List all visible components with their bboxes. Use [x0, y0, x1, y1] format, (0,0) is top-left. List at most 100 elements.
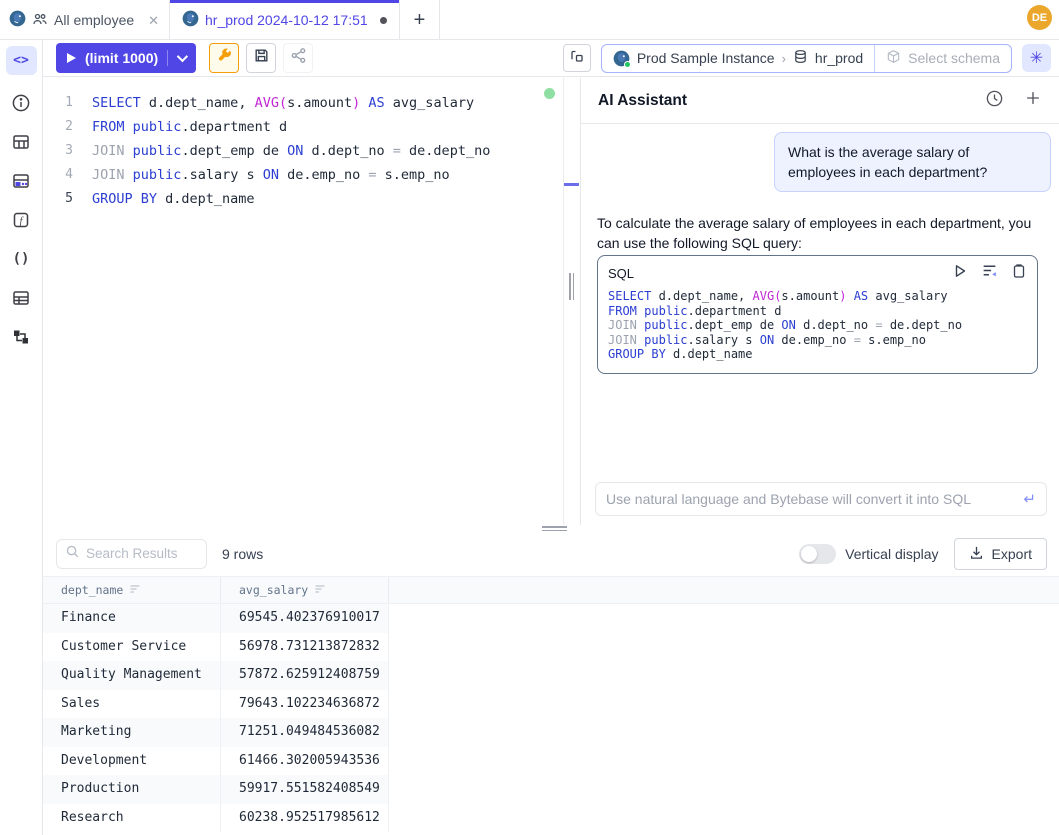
vertical-splitter[interactable] — [563, 78, 580, 525]
sidebar-item-connections[interactable] — [10, 326, 32, 348]
unsaved-dot-icon — [380, 17, 387, 24]
sidebar-item-info[interactable] — [10, 92, 32, 114]
copy-sql-button[interactable] — [1011, 263, 1027, 284]
info-icon — [11, 93, 31, 113]
editor-line[interactable]: 2FROM public.department d — [43, 115, 563, 139]
row-count-label: 9 rows — [222, 546, 263, 562]
play-outline-icon — [952, 263, 968, 284]
search-results-box — [56, 539, 207, 569]
table-cell[interactable]: Sales — [43, 690, 221, 719]
code-text: SELECT d.dept_name, AVG(s.amount) AS avg… — [92, 91, 474, 115]
ai-prompt-input[interactable] — [606, 491, 1023, 507]
table-cell[interactable]: Marketing — [43, 718, 221, 747]
toolbar-right-group: Prod Sample Instance › hr_prod Select sc… — [563, 44, 1051, 73]
vertical-display-toggle[interactable] — [799, 544, 836, 564]
table-cell[interactable]: 59917.551582408549 — [221, 775, 389, 804]
table-cell[interactable]: Quality Management — [43, 661, 221, 690]
history-button[interactable] — [985, 89, 1004, 113]
editor-line[interactable]: 5GROUP BY d.dept_name — [43, 187, 563, 211]
select-statement-button[interactable] — [563, 44, 591, 72]
tables-icon — [11, 288, 31, 308]
new-tab-button[interactable]: + — [400, 0, 440, 40]
instance-name: Prod Sample Instance — [637, 50, 775, 66]
line-number: 1 — [43, 91, 92, 115]
export-button[interactable]: Export — [954, 538, 1047, 570]
table-cell[interactable]: 56978.731213872832 — [221, 633, 389, 662]
suggested-sql-code: SELECT d.dept_name, AVG(s.amount) AS avg… — [608, 289, 1027, 362]
table-cell[interactable]: Finance — [43, 604, 221, 633]
schema-cube-icon — [886, 49, 901, 67]
ai-sql-line: FROM public.department d — [608, 304, 1027, 319]
run-button-label: (limit 1000) — [85, 50, 158, 66]
ai-assistant-toggle-button[interactable]: ✳ — [1022, 44, 1051, 72]
editor-line[interactable]: 3JOIN public.dept_emp de ON d.dept_no = … — [43, 139, 563, 163]
ai-panel-header: AI Assistant — [581, 78, 1059, 124]
save-sheet-button[interactable] — [246, 43, 276, 73]
column-header-avg-salary[interactable]: avg_salary — [221, 577, 389, 603]
code-language-label: SQL — [608, 266, 939, 281]
sql-editor[interactable]: 1SELECT d.dept_name, AVG(s.amount) AS av… — [43, 78, 563, 525]
table-cell[interactable]: Customer Service — [43, 633, 221, 662]
sidebar-item-tables[interactable] — [10, 131, 32, 153]
table-cell[interactable]: Research — [43, 804, 221, 833]
table-icon — [11, 132, 31, 152]
wrench-icon — [216, 47, 233, 69]
left-sidebar: <> f () — [0, 40, 43, 835]
sql-editor-app: All employee ✕ hr_prod 2024-10-12 17:51 … — [0, 0, 1059, 835]
table-cell[interactable]: 71251.049484536082 — [221, 718, 389, 747]
share-button[interactable] — [283, 43, 313, 73]
close-icon[interactable]: ✕ — [148, 14, 159, 27]
table-cell[interactable]: 60238.952517985612 — [221, 804, 389, 833]
tab-all-employee[interactable]: All employee ✕ — [0, 0, 170, 40]
schema-selector[interactable]: Select schema — [874, 45, 1011, 72]
editor-line[interactable]: 1SELECT d.dept_name, AVG(s.amount) AS av… — [43, 91, 563, 115]
enter-key-icon[interactable]: ↵ — [1023, 490, 1036, 508]
user-message-bubble: What is the average salary of employees … — [774, 132, 1051, 192]
line-number: 4 — [43, 163, 92, 187]
sidebar-item-functions[interactable]: f — [10, 209, 32, 231]
sidebar-item-schema-diagram[interactable] — [10, 170, 32, 192]
code-text: FROM public.department d — [92, 115, 287, 139]
tab-hr-prod[interactable]: hr_prod 2024-10-12 17:51 — [170, 0, 400, 40]
ai-sql-line: JOIN public.dept_emp de ON d.dept_no = d… — [608, 318, 1027, 333]
table-cell[interactable]: 57872.625912408759 — [221, 661, 389, 690]
download-icon — [969, 545, 984, 563]
search-results-input[interactable] — [86, 546, 198, 561]
table-cell[interactable]: 79643.102234636872 — [221, 690, 389, 719]
table-row: Marketing71251.049484536082 — [43, 718, 389, 747]
results-panel: 9 rows Vertical display Export dept_name… — [43, 531, 1059, 835]
table-cell[interactable]: Production — [43, 775, 221, 804]
insert-sql-button[interactable] — [981, 262, 998, 284]
ai-sql-line: GROUP BY d.dept_name — [608, 347, 1027, 362]
column-label: avg_salary — [239, 583, 308, 597]
instance-database-selector[interactable]: Prod Sample Instance › hr_prod — [602, 45, 874, 72]
table-cell[interactable]: 61466.302005943536 — [221, 747, 389, 776]
sidebar-item-brackets[interactable]: () — [10, 248, 32, 270]
clock-icon — [985, 89, 1004, 113]
new-conversation-button[interactable] — [1024, 89, 1042, 112]
code-text: GROUP BY d.dept_name — [92, 187, 255, 211]
sort-icon[interactable] — [129, 583, 141, 598]
connection-picker: Prod Sample Instance › hr_prod Select sc… — [601, 44, 1012, 73]
plus-icon — [1024, 89, 1042, 112]
chevron-down-icon[interactable] — [177, 51, 188, 62]
editor-lines: 1SELECT d.dept_name, AVG(s.amount) AS av… — [43, 91, 563, 211]
run-query-button[interactable]: (limit 1000) — [56, 43, 196, 73]
database-icon — [793, 49, 808, 67]
column-header-dept-name[interactable]: dept_name — [43, 577, 221, 603]
table-row: Sales79643.102234636872 — [43, 690, 389, 719]
sidebar-item-sql-editor[interactable]: <> — [6, 46, 37, 75]
editor-line[interactable]: 4JOIN public.salary s ON de.emp_no = s.e… — [43, 163, 563, 187]
splitter-grip-icon[interactable] — [569, 273, 574, 300]
flow-icon — [11, 327, 31, 347]
table-cell[interactable]: Development — [43, 747, 221, 776]
results-header: 9 rows Vertical display Export — [43, 531, 1059, 576]
sidebar-item-sheets[interactable] — [10, 287, 32, 309]
schema-diagram-icon — [11, 171, 31, 191]
ai-assistant-panel: AI Assistant What is the average salary … — [580, 78, 1059, 525]
run-suggested-sql-button[interactable] — [952, 263, 968, 284]
format-sql-button[interactable] — [209, 43, 239, 73]
table-cell[interactable]: 69545.402376910017 — [221, 604, 389, 633]
sort-icon[interactable] — [314, 583, 326, 598]
user-avatar[interactable]: DE — [1027, 5, 1052, 30]
